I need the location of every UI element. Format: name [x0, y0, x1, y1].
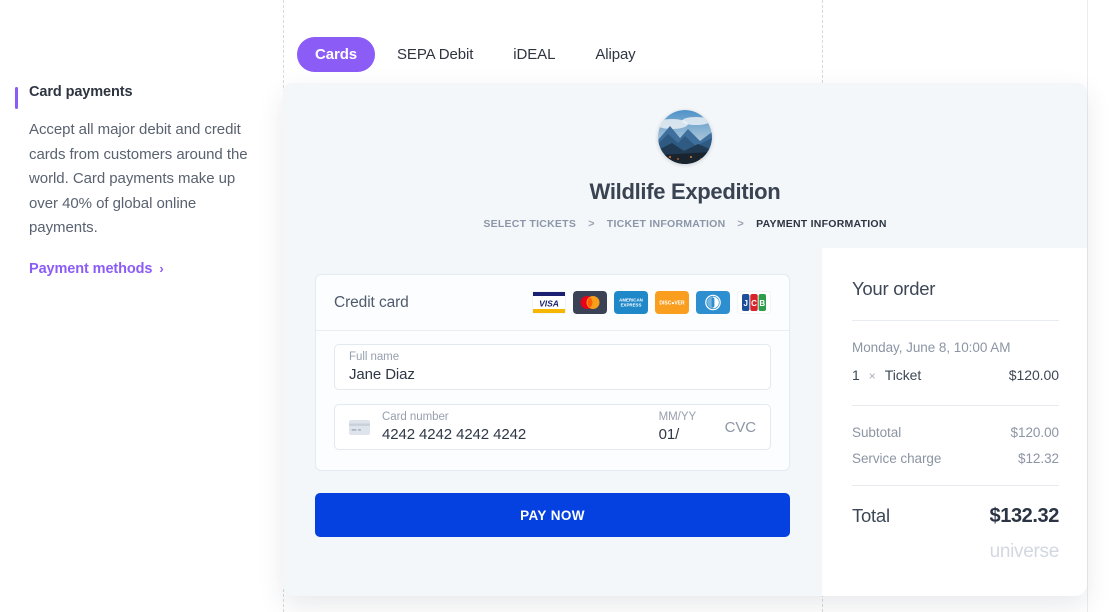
tab-ideal[interactable]: iDEAL	[495, 37, 573, 72]
american-express-icon: AMERICAN EXPRESS	[614, 291, 648, 314]
credit-card-header: Credit card VISA AMERICAN EXPRESS DISC●V…	[316, 275, 789, 331]
cvc-input[interactable]: CVC	[725, 419, 756, 436]
order-line-item: 1 × Ticket $120.00	[852, 367, 1059, 383]
subtotal-label: Subtotal	[852, 425, 902, 440]
payment-methods-link-label: Payment methods	[29, 260, 153, 277]
universe-wordmark: universe	[989, 541, 1060, 562]
line-item-amount: $120.00	[1008, 367, 1059, 383]
page-root: Card payments Accept all major debit and…	[0, 0, 1112, 612]
tab-cards[interactable]: Cards	[297, 37, 376, 72]
breadcrumb-payment-information: PAYMENT INFORMATION	[756, 218, 887, 230]
summary-row-service-charge: Service charge $12.32	[852, 451, 1059, 466]
breadcrumb: SELECT TICKETS > TICKET INFORMATION > PA…	[483, 218, 886, 230]
breadcrumb-select-tickets[interactable]: SELECT TICKETS	[483, 218, 576, 230]
sidebar-title: Card payments	[29, 84, 133, 100]
total-row: Total $132.32	[852, 505, 1059, 528]
breadcrumb-separator-icon: >	[588, 218, 595, 230]
service-charge-label: Service charge	[852, 451, 942, 466]
expiry-field[interactable]: MM/YY 01/	[659, 411, 725, 444]
sidebar-explainer: Card payments Accept all major debit and…	[15, 84, 265, 278]
breadcrumb-separator-icon: >	[737, 218, 745, 230]
checkout-header: Wildlife Expedition SELECT TICKETS > TIC…	[283, 83, 1087, 248]
svg-text:EXPRESS: EXPRESS	[621, 303, 642, 308]
visa-icon: VISA	[532, 291, 566, 314]
card-number-input[interactable]: 4242 4242 4242 4242	[382, 426, 659, 444]
divider	[852, 405, 1059, 406]
divider	[852, 485, 1059, 486]
payment-form-column: Credit card VISA AMERICAN EXPRESS DISC●V…	[283, 248, 822, 596]
svg-text:B: B	[759, 299, 765, 308]
diners-club-icon	[696, 291, 730, 314]
order-summary-heading: Your order	[852, 278, 936, 299]
payment-methods-link[interactable]: Payment methods ›	[29, 261, 164, 277]
chevron-right-icon: ›	[159, 261, 164, 276]
total-amount: $132.32	[989, 505, 1060, 527]
order-date: Monday, June 8, 10:00 AM	[852, 340, 1011, 355]
sidebar-description: Accept all major debit and credit cards …	[29, 121, 248, 236]
card-fields: Full name Jane Diaz Card number 4242 424…	[316, 331, 789, 470]
svg-text:J: J	[743, 299, 747, 308]
event-avatar	[658, 110, 712, 164]
pay-now-button[interactable]: PAY NOW	[315, 493, 790, 537]
credit-card-icon	[349, 419, 370, 435]
order-summary-column: Your order Monday, June 8, 10:00 AM 1 × …	[822, 248, 1087, 596]
tab-alipay[interactable]: Alipay	[577, 37, 653, 72]
svg-text:C: C	[751, 299, 757, 308]
service-charge-amount: $12.32	[1018, 451, 1059, 466]
svg-text:DISC●VER: DISC●VER	[659, 301, 685, 307]
card-number-field[interactable]: Card number 4242 4242 4242 4242 MM/YY 01…	[334, 404, 771, 450]
accent-bar	[15, 87, 18, 109]
discover-icon: DISC●VER	[655, 291, 689, 314]
checkout-card: Wildlife Expedition SELECT TICKETS > TIC…	[283, 83, 1087, 596]
total-label: Total	[852, 505, 890, 526]
payment-method-tabs: Cards SEPA Debit iDEAL Alipay	[297, 37, 654, 72]
multiply-icon: ×	[868, 369, 876, 383]
full-name-label: Full name	[349, 350, 400, 363]
expiry-input[interactable]: 01/	[659, 426, 725, 444]
line-item-quantity: 1	[852, 367, 860, 383]
card-number-label: Card number	[382, 410, 449, 423]
subtotal-amount: $120.00	[1010, 425, 1060, 440]
breadcrumb-ticket-information[interactable]: TICKET INFORMATION	[607, 218, 726, 230]
full-name-field[interactable]: Full name Jane Diaz	[334, 344, 771, 390]
card-brand-list: VISA AMERICAN EXPRESS DISC●VER J C B	[532, 291, 771, 314]
svg-text:VISA: VISA	[539, 299, 559, 309]
event-title: Wildlife Expedition	[589, 179, 781, 204]
divider	[852, 320, 1059, 321]
line-item-name: Ticket	[884, 367, 922, 383]
checkout-body: Credit card VISA AMERICAN EXPRESS DISC●V…	[283, 248, 1087, 596]
tab-sepa-debit[interactable]: SEPA Debit	[379, 37, 491, 72]
credit-card-panel: Credit card VISA AMERICAN EXPRESS DISC●V…	[315, 274, 790, 471]
full-name-input[interactable]: Jane Diaz	[349, 366, 756, 384]
mastercard-icon	[573, 291, 607, 314]
expiry-label: MM/YY	[658, 410, 697, 423]
jcb-icon: J C B	[737, 291, 771, 314]
credit-card-label: Credit card	[334, 293, 409, 311]
layout-guide-edge	[1087, 0, 1088, 612]
summary-row-subtotal: Subtotal $120.00	[852, 425, 1059, 440]
